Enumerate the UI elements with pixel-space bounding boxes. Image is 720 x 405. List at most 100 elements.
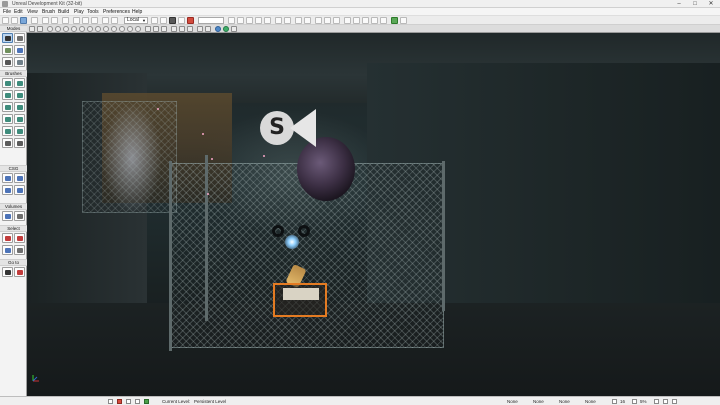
search-input[interactable]	[198, 17, 224, 24]
mesh-paint-button[interactable]	[2, 57, 13, 67]
settings-icon[interactable]	[295, 17, 302, 24]
brush-wireframe-icon[interactable]	[47, 26, 53, 32]
scale-snap-icon[interactable]	[654, 399, 659, 404]
play-icon[interactable]	[391, 17, 398, 24]
viewport-maximize-icon[interactable]	[231, 26, 237, 32]
perspective-viewport[interactable]: S	[27, 33, 720, 396]
lit-icon[interactable]	[71, 26, 77, 32]
reflections-icon[interactable]	[135, 26, 141, 32]
invert-selection-button[interactable]	[14, 245, 25, 255]
close-button[interactable]: ✕	[704, 0, 718, 8]
camera-mode-button[interactable]	[2, 33, 13, 43]
record-icon[interactable]	[117, 399, 122, 404]
game-view-icon[interactable]	[153, 26, 159, 32]
landscape-mode-button[interactable]	[14, 57, 25, 67]
light-complexity-icon[interactable]	[95, 26, 101, 32]
ambient-sound-actor[interactable]: S	[260, 109, 318, 149]
autosave-timer-icon[interactable]	[672, 399, 677, 404]
minimize-button[interactable]: –	[672, 0, 686, 8]
goto-actor-button[interactable]	[2, 267, 13, 277]
actor-classes-icon[interactable]	[160, 17, 167, 24]
custom-brush-button[interactable]	[2, 138, 13, 148]
terrain-mode-button[interactable]	[2, 45, 13, 55]
layers-icon[interactable]	[135, 399, 140, 404]
build-geometry-icon[interactable]	[228, 17, 235, 24]
new-file-icon[interactable]	[2, 17, 9, 24]
grid-icon[interactable]	[324, 17, 331, 24]
hide-selected-button[interactable]	[14, 233, 25, 243]
build-cover-icon[interactable]	[255, 17, 262, 24]
grid-snap-icon[interactable]	[612, 399, 617, 404]
rotate-mode-icon[interactable]	[111, 17, 118, 24]
realtime-audio-icon[interactable]	[215, 26, 221, 32]
mobile-icon[interactable]	[371, 17, 378, 24]
light-emitter-actor[interactable]	[272, 225, 312, 261]
camera-speed-icon[interactable]	[205, 26, 211, 32]
sphere-brush-button[interactable]	[14, 114, 25, 124]
cone-brush-button[interactable]	[14, 78, 25, 88]
ruler-icon[interactable]	[315, 17, 322, 24]
volumetric-brush-button[interactable]	[2, 126, 13, 136]
generic-browser-icon[interactable]	[151, 17, 158, 24]
show-flags-icon[interactable]	[171, 26, 177, 32]
redo-icon[interactable]	[51, 17, 58, 24]
coordinate-system-select[interactable]: Local ▼	[124, 17, 148, 24]
perspective-icon[interactable]	[37, 26, 43, 32]
mobile-preview-icon[interactable]	[380, 17, 387, 24]
builder-brush-button[interactable]	[14, 138, 25, 148]
console-icon[interactable]	[362, 17, 369, 24]
translate-mode-icon[interactable]	[102, 17, 109, 24]
tetrahedron-brush-button[interactable]	[14, 126, 25, 136]
save-all-icon[interactable]	[31, 17, 38, 24]
maximize-button[interactable]: □	[688, 0, 702, 8]
cylinder-brush-button[interactable]	[14, 90, 25, 100]
unlit-icon[interactable]	[63, 26, 69, 32]
lighting-only-icon[interactable]	[87, 26, 93, 32]
curved-stair-brush-button[interactable]	[2, 90, 13, 100]
lighting-quality-icon[interactable]	[275, 17, 282, 24]
linear-stair-brush-button[interactable]	[2, 102, 13, 112]
cube-brush-button[interactable]	[2, 78, 13, 88]
copy-icon[interactable]	[82, 17, 89, 24]
build-all-icon[interactable]	[264, 17, 271, 24]
streaming-volumes-icon[interactable]	[179, 26, 185, 32]
show-selected-button[interactable]	[2, 233, 13, 243]
lock-viewport-icon[interactable]	[161, 26, 167, 32]
save-icon[interactable]	[20, 17, 27, 24]
menu-edit[interactable]: Edit	[14, 8, 23, 16]
build-lighting-icon[interactable]	[237, 17, 244, 24]
lightmap-density-icon[interactable]	[119, 26, 125, 32]
csg-add-button[interactable]	[2, 173, 13, 183]
realtime-preview-icon[interactable]	[145, 26, 151, 32]
menu-file[interactable]: File	[3, 8, 11, 16]
select-all-button[interactable]	[2, 245, 13, 255]
play-options-icon[interactable]	[400, 17, 407, 24]
add-special-brush-button[interactable]	[14, 211, 25, 221]
paste-icon[interactable]	[91, 17, 98, 24]
view-mode-icon[interactable]	[197, 26, 203, 32]
grid-size-value[interactable]: 16	[620, 397, 625, 405]
goto-builder-brush-button[interactable]	[14, 267, 25, 277]
shader-complexity-icon[interactable]	[111, 26, 117, 32]
menu-play[interactable]: Play	[74, 8, 84, 16]
vertex-snap-icon[interactable]	[663, 399, 668, 404]
geometry-mode-button[interactable]	[14, 33, 25, 43]
spiral-stair-brush-button[interactable]	[2, 114, 13, 124]
texture-density-icon[interactable]	[103, 26, 109, 32]
viewport-options-icon[interactable]	[29, 26, 35, 32]
kismet-icon[interactable]	[169, 17, 176, 24]
sheet-brush-button[interactable]	[14, 102, 25, 112]
menu-view[interactable]: View	[27, 8, 38, 16]
csg-intersect-button[interactable]	[2, 185, 13, 195]
chainlink-fence-back[interactable]	[82, 101, 177, 213]
matinee-icon[interactable]	[178, 17, 185, 24]
post-process-icon[interactable]	[187, 26, 193, 32]
menu-build[interactable]: Build	[58, 8, 69, 16]
menu-tools[interactable]: Tools	[87, 8, 99, 16]
snap-icon[interactable]	[333, 17, 340, 24]
autosave-icon[interactable]	[144, 399, 149, 404]
play-in-editor-icon[interactable]	[344, 17, 351, 24]
texture-mode-button[interactable]	[14, 45, 25, 55]
menu-brush[interactable]: Brush	[42, 8, 55, 16]
camera-icon[interactable]	[353, 17, 360, 24]
